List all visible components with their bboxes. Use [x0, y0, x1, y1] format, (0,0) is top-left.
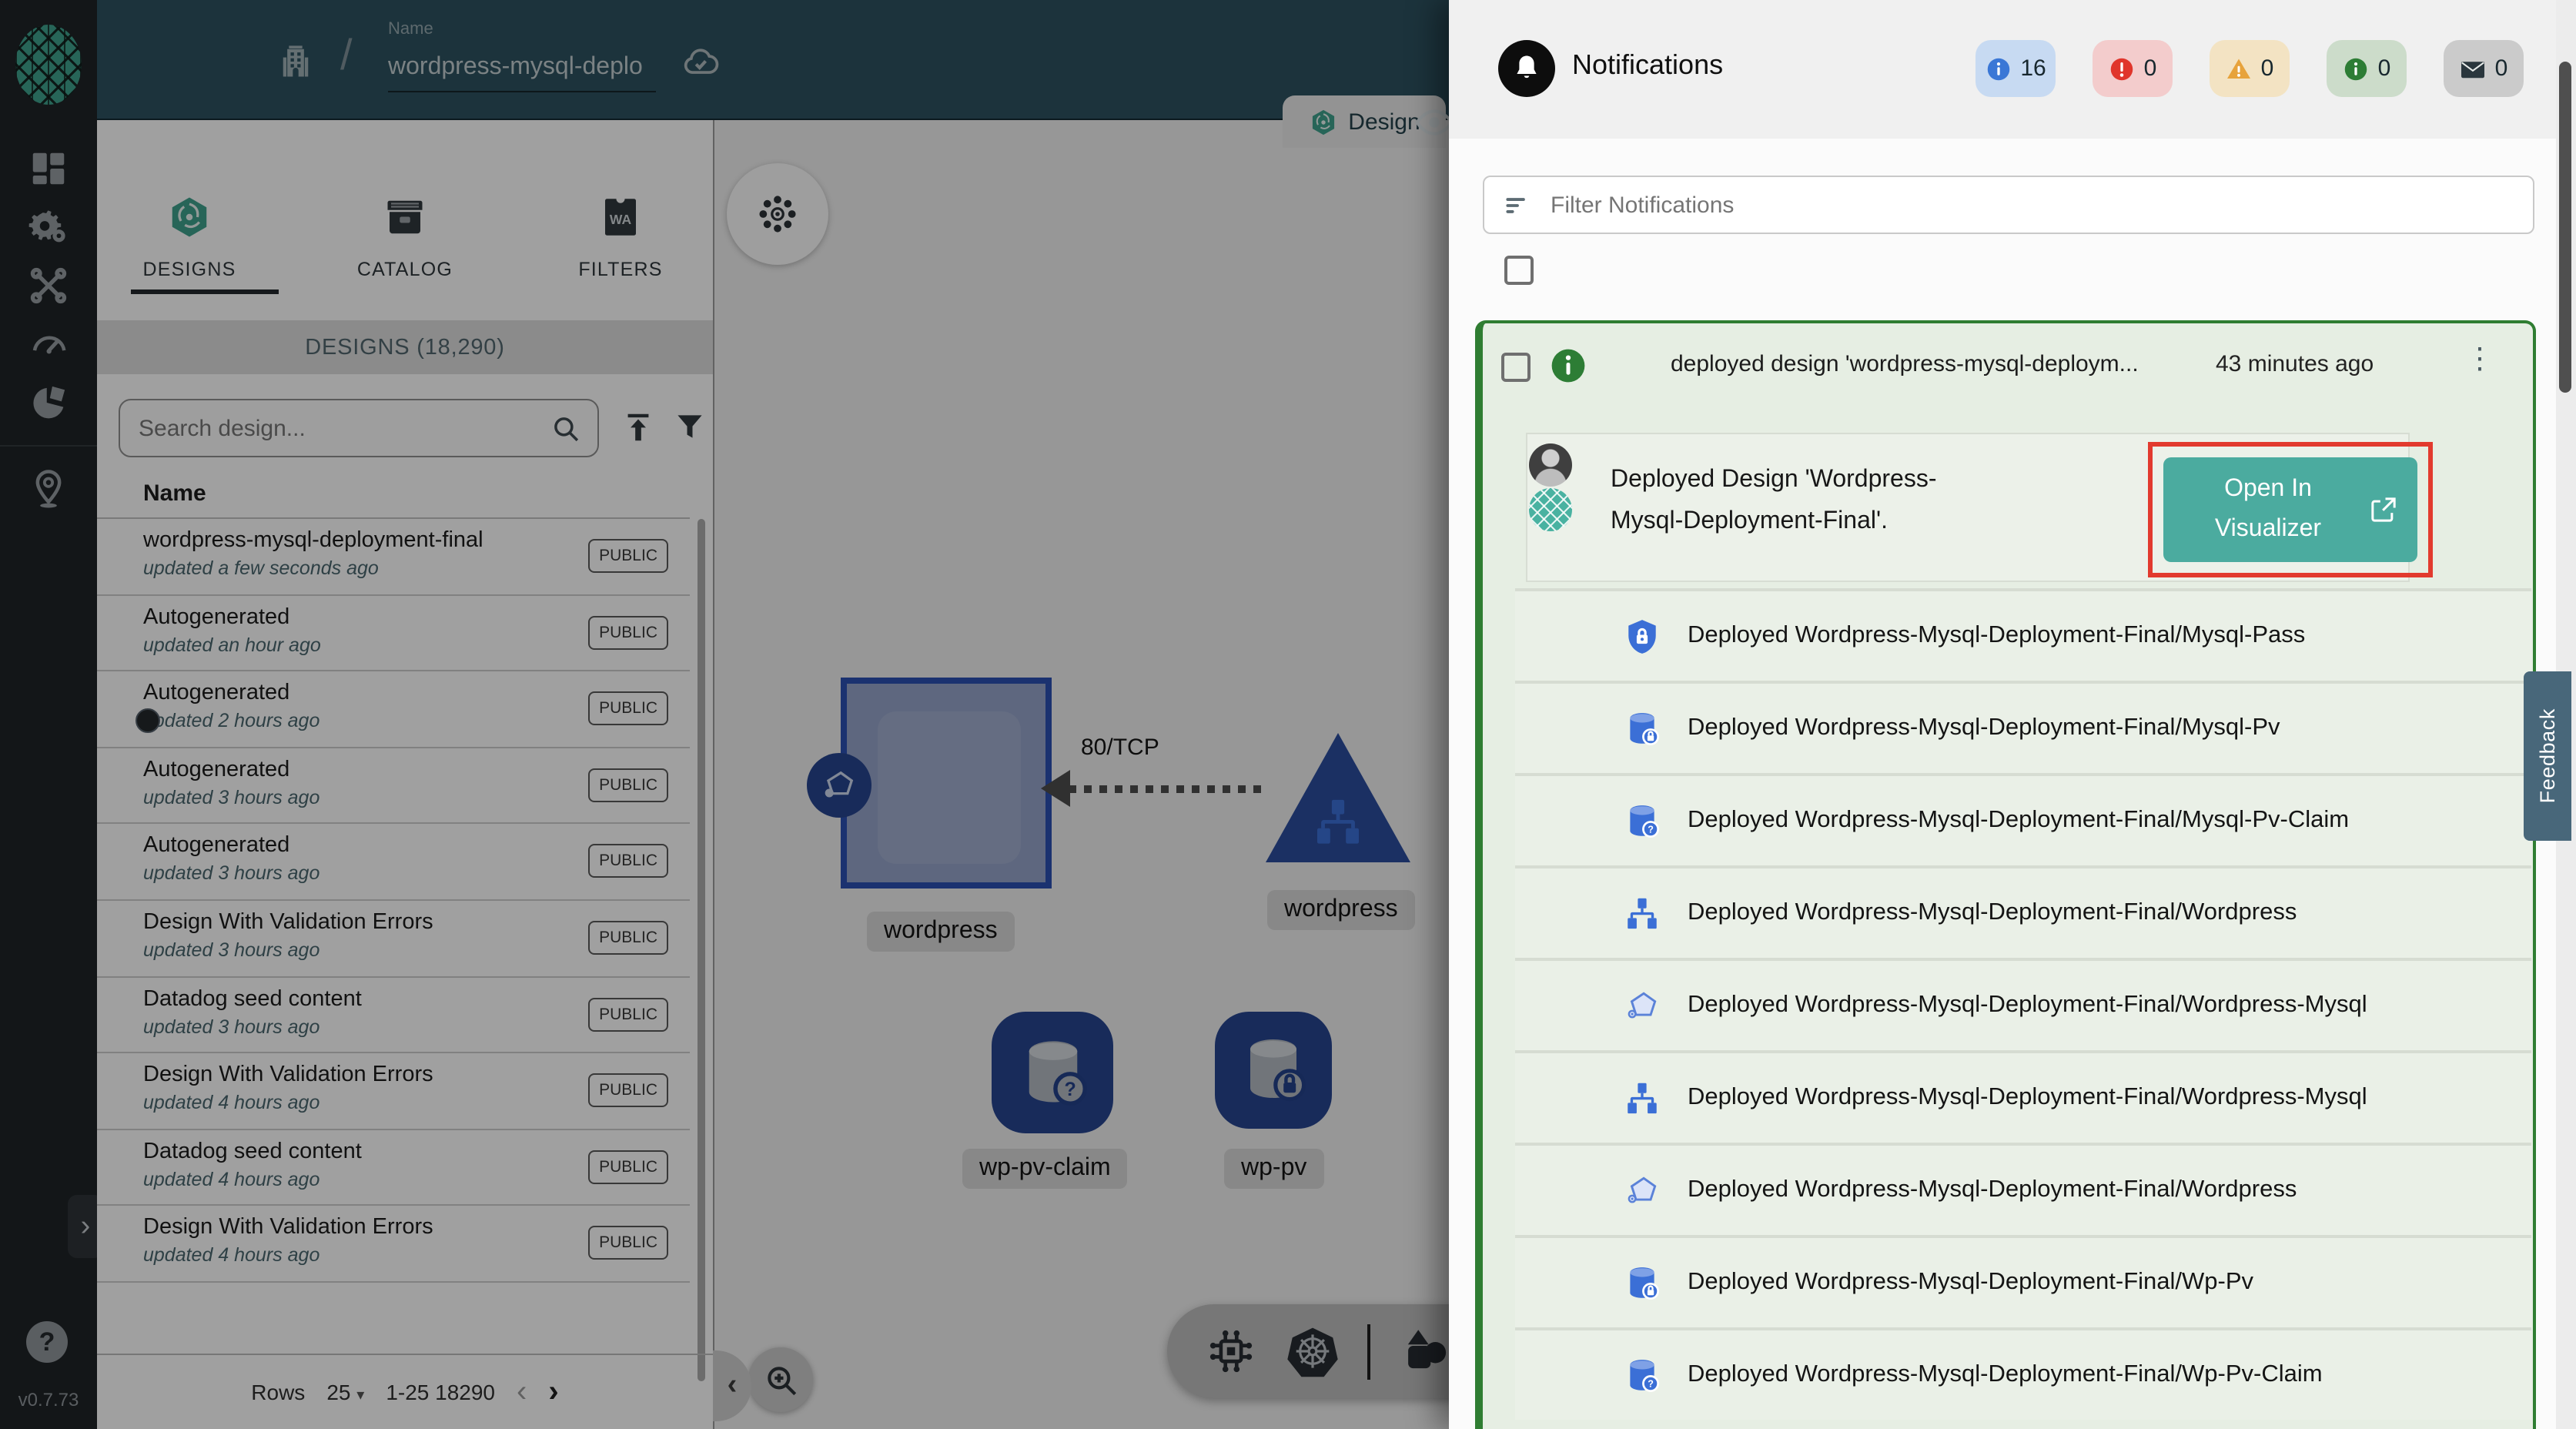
modal-dim-overlay	[0, 0, 1449, 1429]
count-badge-informational[interactable]: 16	[1975, 40, 2056, 97]
count-badge-read[interactable]: 0	[2444, 40, 2524, 97]
pentagon-icon	[1623, 986, 1661, 1025]
tree-icon	[1623, 1079, 1661, 1117]
notification-filter-box[interactable]	[1483, 176, 2534, 234]
notification-status-icon	[1547, 345, 1589, 387]
select-all-checkbox[interactable]	[1504, 256, 1534, 285]
deployment-event-row[interactable]: Deployed Wordpress-Mysql-Deployment-Fina…	[1515, 958, 2531, 1050]
deployment-event-row[interactable]: Deployed Wordpress-Mysql-Deployment-Fina…	[1515, 588, 2531, 681]
svg-text:?: ?	[1648, 824, 1654, 835]
app-window: › ? v0.7.73 / Name DESIGNS CATALOG WA FI…	[0, 0, 2576, 1429]
db-lock-icon	[1623, 709, 1661, 748]
count-badge-warning[interactable]: 0	[2210, 40, 2290, 97]
deployment-event-row[interactable]: ? Deployed Wordpress-Mysql-Deployment-Fi…	[1515, 773, 2531, 865]
db-question-icon: ?	[1623, 802, 1661, 840]
notification-filter-input[interactable]	[1547, 190, 2514, 219]
annotation-highlight-box: Open In Visualizer	[2148, 442, 2433, 577]
open-in-visualizer-button[interactable]: Open In Visualizer	[2163, 457, 2417, 562]
count-badge-error[interactable]: 0	[2093, 40, 2173, 97]
notifications-title: Notifications	[1572, 49, 1723, 82]
success-icon	[2343, 55, 2370, 82]
deployment-event-row[interactable]: Deployed Wordpress-Mysql-Deployment-Fina…	[1515, 1235, 2531, 1327]
external-link-icon	[2368, 494, 2399, 525]
notification-timestamp: 43 minutes ago	[2216, 351, 2374, 377]
tree-icon	[1623, 894, 1661, 932]
meshery-avatar[interactable]	[1529, 488, 1572, 531]
count-badge-success[interactable]: 0	[2327, 40, 2407, 97]
pentagon-icon	[1623, 1171, 1661, 1210]
deployment-event-row[interactable]: Deployed Wordpress-Mysql-Deployment-Fina…	[1515, 865, 2531, 958]
filter-lines-icon	[1503, 190, 1532, 219]
deployment-event-row[interactable]: ? Deployed Wordpress-Mysql-Deployment-Fi…	[1515, 1327, 2531, 1420]
notification-checkbox[interactable]	[1501, 353, 1531, 382]
error-icon	[2109, 55, 2136, 82]
svg-text:?: ?	[1648, 1378, 1654, 1389]
warning-icon	[2226, 55, 2253, 82]
deployment-event-list: Deployed Wordpress-Mysql-Deployment-Fina…	[1515, 588, 2531, 1420]
shield-lock-icon	[1623, 617, 1661, 655]
db-question-icon: ?	[1623, 1356, 1661, 1394]
info-icon	[1985, 55, 2012, 82]
kebab-menu-icon[interactable]: ⋮	[2465, 342, 2494, 377]
user-avatar[interactable]	[1529, 443, 1572, 487]
notifications-scrollbar-thumb[interactable]	[2559, 62, 2571, 393]
mail-icon	[2460, 55, 2487, 82]
notification-card[interactable]: deployed design 'wordpress-mysql-deploym…	[1475, 320, 2536, 1429]
bell-icon	[1498, 40, 1555, 97]
bell-glyph-icon	[1510, 52, 1543, 85]
feedback-tab[interactable]: Feedback	[2524, 671, 2571, 841]
notification-summary[interactable]: deployed design 'wordpress-mysql-deploym…	[1671, 351, 2202, 377]
deployment-event-row[interactable]: Deployed Wordpress-Mysql-Deployment-Fina…	[1515, 681, 2531, 773]
db-lock-icon	[1623, 1263, 1661, 1302]
deployment-event-row[interactable]: Deployed Wordpress-Mysql-Deployment-Fina…	[1515, 1050, 2531, 1143]
notifications-panel: Notifications 16 0 0 0 0 deployed design…	[1449, 0, 2576, 1429]
deployment-event-row[interactable]: Deployed Wordpress-Mysql-Deployment-Fina…	[1515, 1143, 2531, 1235]
notification-description: Deployed Design 'Wordpress-Mysql-Deploym…	[1611, 459, 2008, 542]
